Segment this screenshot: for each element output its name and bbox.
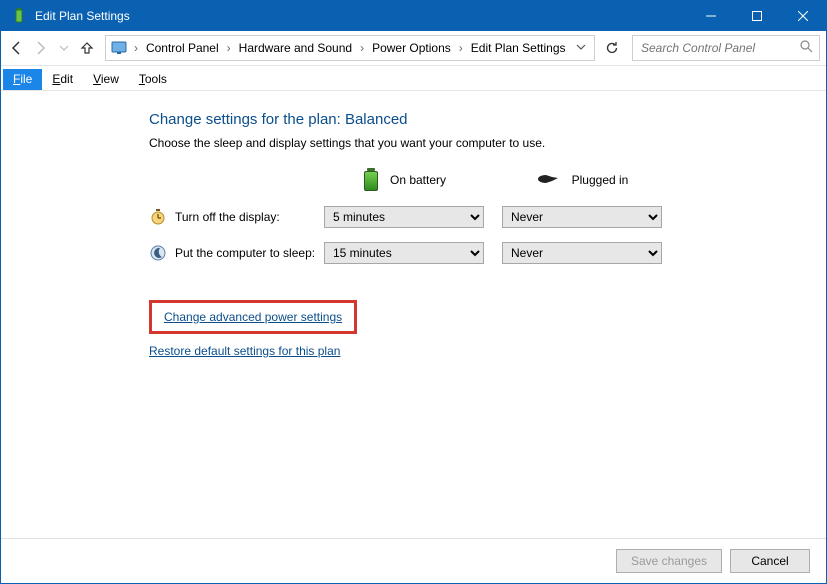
page-heading: Change settings for the plan: Balanced <box>149 111 709 128</box>
chevron-right-icon: › <box>457 41 465 55</box>
display-plugged-select[interactable]: Never <box>502 206 662 228</box>
crumb-edit-plan-settings[interactable]: Edit Plan Settings <box>465 36 572 60</box>
menubar: File Edit View Tools <box>1 66 826 91</box>
close-button[interactable] <box>780 1 826 31</box>
app-icon <box>11 8 27 24</box>
chevron-right-icon: › <box>132 41 140 55</box>
footer: Save changes Cancel <box>1 538 826 583</box>
chevron-right-icon: › <box>225 41 233 55</box>
search-icon <box>800 40 813 56</box>
sleep-moon-icon <box>149 244 167 262</box>
change-advanced-link[interactable]: Change advanced power settings <box>164 310 342 324</box>
menu-file[interactable]: File <box>3 69 42 90</box>
minimize-button[interactable] <box>688 1 734 31</box>
chevron-right-icon: › <box>358 41 366 55</box>
settings-grid: On battery Plugged in Turn off the displ… <box>149 168 709 264</box>
highlight-box: Change advanced power settings <box>149 300 357 334</box>
menu-view[interactable]: View <box>83 69 129 90</box>
crumb-control-panel[interactable]: Control Panel <box>140 36 225 60</box>
column-on-battery: On battery <box>324 168 484 192</box>
maximize-button[interactable] <box>734 1 780 31</box>
control-panel-icon <box>110 39 128 57</box>
sleep-battery-select[interactable]: 15 minutes <box>324 242 484 264</box>
row-display-label: Turn off the display: <box>149 208 324 226</box>
page-subtext: Choose the sleep and display settings th… <box>149 136 709 150</box>
plug-icon <box>536 171 562 190</box>
display-battery-select[interactable]: 5 minutes <box>324 206 484 228</box>
up-button[interactable] <box>77 36 96 60</box>
titlebar: Edit Plan Settings <box>1 1 826 31</box>
search-box[interactable] <box>632 35 820 61</box>
column-plugged-in: Plugged in <box>502 171 662 190</box>
crumb-hardware-sound[interactable]: Hardware and Sound <box>233 36 358 60</box>
display-timer-icon <box>149 208 167 226</box>
links: Change advanced power settings Restore d… <box>149 300 709 358</box>
menu-edit[interactable]: Edit <box>42 69 83 90</box>
content-area: Change settings for the plan: Balanced C… <box>1 91 826 538</box>
menu-tools[interactable]: Tools <box>129 69 177 90</box>
row-sleep-label: Put the computer to sleep: <box>149 244 324 262</box>
battery-icon <box>362 168 380 192</box>
cancel-button[interactable]: Cancel <box>730 549 810 573</box>
refresh-button[interactable] <box>603 36 622 60</box>
forward-button[interactable] <box>30 36 49 60</box>
navbar: › Control Panel › Hardware and Sound › P… <box>1 31 826 66</box>
crumb-power-options[interactable]: Power Options <box>366 36 457 60</box>
sleep-plugged-select[interactable]: Never <box>502 242 662 264</box>
breadcrumb[interactable]: › Control Panel › Hardware and Sound › P… <box>105 35 595 61</box>
back-button[interactable] <box>7 36 26 60</box>
search-input[interactable] <box>639 40 800 56</box>
restore-defaults-link[interactable]: Restore default settings for this plan <box>149 344 709 358</box>
save-changes-button[interactable]: Save changes <box>616 549 722 573</box>
window: Edit Plan Settings › Cont <box>0 0 827 584</box>
recent-locations-button[interactable] <box>54 36 73 60</box>
window-title: Edit Plan Settings <box>35 9 130 23</box>
breadcrumb-dropdown[interactable] <box>572 41 590 55</box>
